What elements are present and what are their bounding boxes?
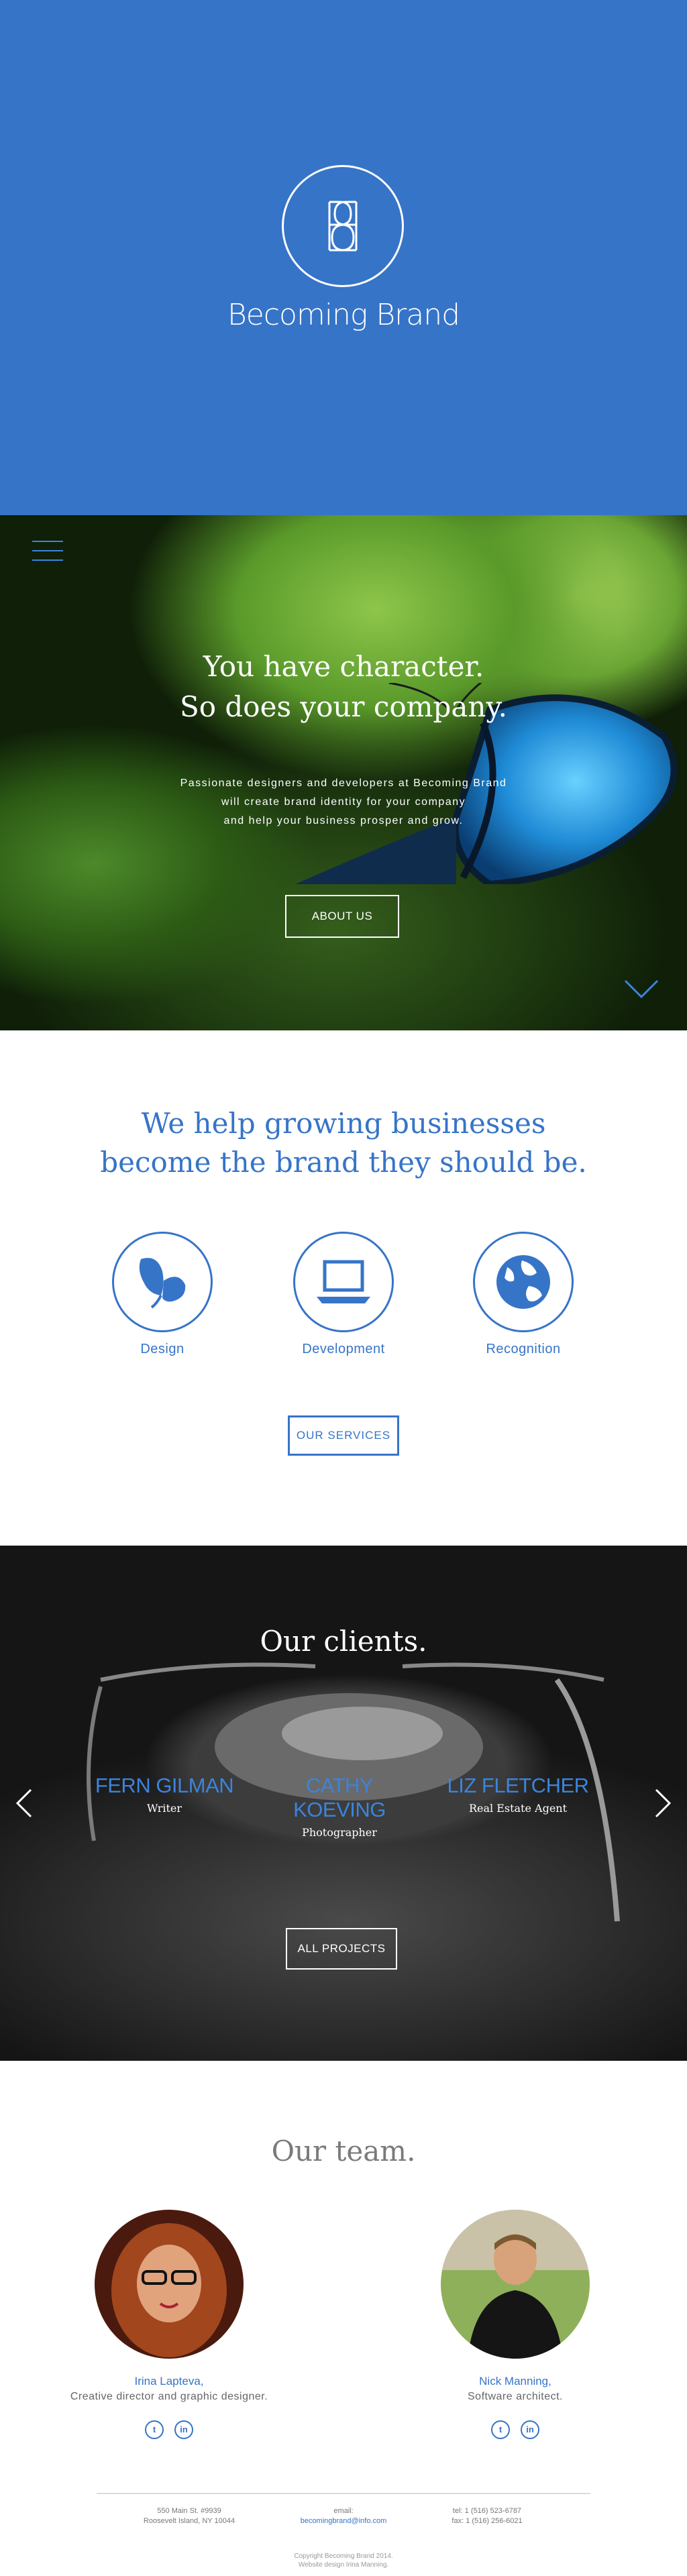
- member-title: Software architect.: [468, 2391, 563, 2402]
- all-projects-button[interactable]: ALL PROJECTS: [286, 1928, 397, 1970]
- client-name: FERN GILMAN: [95, 1774, 234, 1797]
- services-heading: We help growing businesses become the br…: [0, 1104, 687, 1182]
- email-link[interactable]: becomingbrand@info.com: [270, 2516, 417, 2526]
- phone-line: tel: 1 (516) 523-6787: [452, 2507, 522, 2515]
- chevron-right-icon[interactable]: [655, 1788, 672, 1818]
- client-name: CATHY KOEVING: [293, 1774, 386, 1821]
- twitter-icon[interactable]: t: [491, 2420, 510, 2439]
- tagline-line-1: You have character.: [203, 650, 484, 683]
- client-card[interactable]: FERN GILMAN Writer: [84, 1774, 245, 1815]
- butterfly-icon: [112, 1232, 213, 1332]
- intro-line-3: and help your business prosper and grow.: [223, 815, 464, 826]
- footer-address: 550 Main St. #9939 Roosevelt Island, NY …: [115, 2506, 263, 2526]
- fax-line: fax: 1 (516) 256-6021: [452, 2517, 523, 2525]
- team-heading: Our team.: [271, 2135, 416, 2167]
- avatar: [441, 2210, 590, 2359]
- laptop-icon: [293, 1232, 394, 1332]
- service-recognition-label: Recognition: [486, 1342, 561, 1356]
- service-development-label: Development: [302, 1342, 385, 1356]
- clients-section: Our clients. FERN GILMAN Writer CATHY KO…: [0, 1546, 687, 2061]
- service-development[interactable]: Development: [276, 1232, 411, 1357]
- clients-heading: Our clients.: [260, 1625, 427, 1658]
- service-design[interactable]: Design: [95, 1232, 229, 1357]
- team-section: Our team. Irina Lapteva, Creative direct…: [0, 2061, 687, 2576]
- intro-section: You have character. So does your company…: [0, 515, 687, 1030]
- team-member-irina: Irina Lapteva, Creative director and gra…: [62, 2210, 276, 2439]
- member-socials: t in: [408, 2420, 623, 2439]
- member-title: Creative director and graphic designer.: [70, 2391, 268, 2402]
- copyright-line-2: Website design Irina Manning.: [298, 2561, 389, 2569]
- twitter-icon[interactable]: t: [145, 2420, 164, 2439]
- address-line-1: 550 Main St. #9939: [157, 2507, 221, 2515]
- about-us-button[interactable]: ABOUT US: [285, 895, 399, 938]
- service-recognition[interactable]: Recognition: [456, 1232, 590, 1357]
- copyright-line-1: Copyright Becoming Brand 2014.: [294, 2553, 393, 2560]
- bb-monogram-icon: [282, 165, 404, 287]
- services-heading-line-2: become the brand they should be.: [100, 1146, 587, 1179]
- client-role: Photographer: [302, 1826, 377, 1839]
- avatar: [95, 2210, 244, 2359]
- client-name: LIZ FLETCHER: [447, 1774, 589, 1797]
- tagline-line-2: So does your company.: [180, 690, 507, 723]
- hamburger-menu-icon[interactable]: [32, 541, 63, 561]
- client-role: Real Estate Agent: [468, 1802, 568, 1815]
- chevron-left-icon[interactable]: [15, 1788, 32, 1818]
- our-services-button[interactable]: OUR SERVICES: [288, 1415, 399, 1456]
- client-role: Writer: [146, 1802, 182, 1815]
- address-line-2: Roosevelt Island, NY 10044: [143, 2517, 235, 2525]
- linkedin-icon[interactable]: in: [174, 2420, 193, 2439]
- footer-phone: tel: 1 (516) 523-6787 fax: 1 (516) 256-6…: [413, 2506, 561, 2526]
- brand-name: Becoming Brand: [227, 298, 460, 332]
- linkedin-icon[interactable]: in: [521, 2420, 539, 2439]
- chevron-down-icon[interactable]: [624, 979, 659, 1000]
- intro-line-2: will create brand identity for your comp…: [221, 796, 466, 808]
- services-section: We help growing businesses become the br…: [0, 1030, 687, 1546]
- tagline: You have character. So does your company…: [0, 647, 687, 727]
- team-member-nick: Nick Manning, Software architect. t in: [408, 2210, 623, 2439]
- service-design-label: Design: [140, 1342, 184, 1356]
- member-name: Nick Manning,: [479, 2375, 551, 2387]
- footer-email: email: becomingbrand@info.com: [270, 2506, 417, 2526]
- client-card[interactable]: LIZ FLETCHER Real Estate Agent: [437, 1774, 598, 1815]
- services-heading-line-1: We help growing businesses: [141, 1107, 546, 1140]
- intro-line-1: Passionate designers and developers at B…: [180, 777, 507, 789]
- member-socials: t in: [62, 2420, 276, 2439]
- footer-divider: [97, 2493, 590, 2494]
- client-card[interactable]: CATHY KOEVING Photographer: [259, 1774, 420, 1839]
- globe-icon: [473, 1232, 574, 1332]
- member-name: Irina Lapteva,: [134, 2375, 204, 2387]
- email-label: email:: [333, 2507, 354, 2515]
- intro-description: Passionate designers and developers at B…: [0, 774, 687, 830]
- copyright: Copyright Becoming Brand 2014. Website d…: [0, 2552, 687, 2569]
- hero-section: Becoming Brand: [0, 0, 687, 515]
